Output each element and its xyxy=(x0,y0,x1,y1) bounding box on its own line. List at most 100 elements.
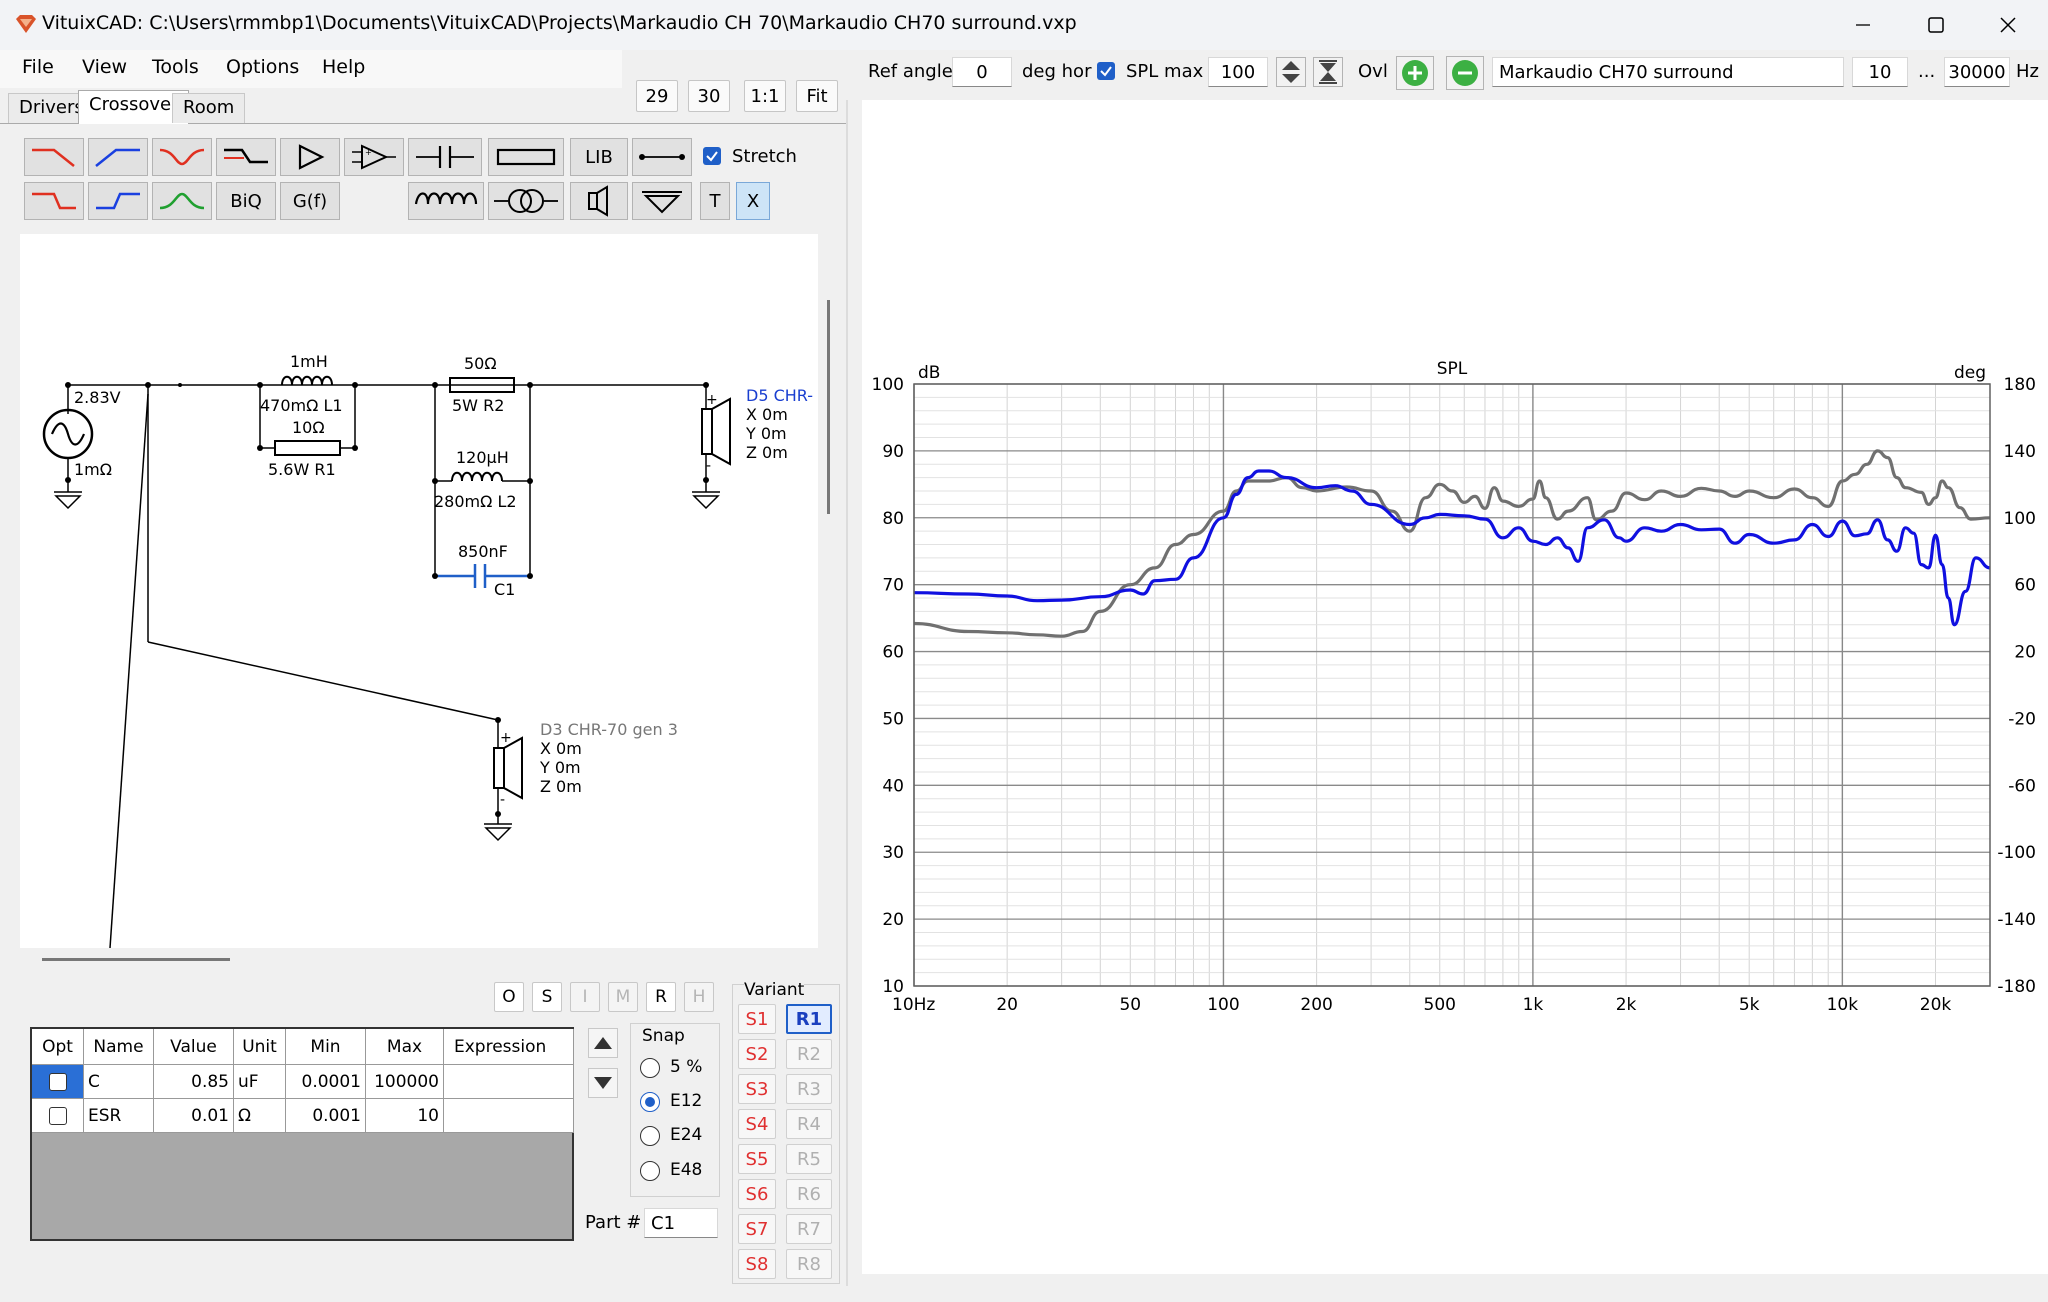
row1-opt-checkbox[interactable] xyxy=(48,1072,67,1091)
highpass-alt-button[interactable] xyxy=(88,182,148,220)
row1-value[interactable]: 0.85 xyxy=(154,1065,234,1099)
variant-s6-button[interactable]: S6 xyxy=(738,1179,776,1209)
variant-r8-button[interactable]: R8 xyxy=(786,1249,832,1279)
overlay-add-button[interactable] xyxy=(1396,56,1434,90)
variant-r5-button[interactable]: R5 xyxy=(786,1144,832,1174)
d5-driver-name[interactable]: D5 CHR- xyxy=(746,386,813,405)
flag-h-button[interactable]: H xyxy=(684,982,714,1012)
bandstop-button[interactable] xyxy=(152,138,212,176)
spl-spin-button[interactable] xyxy=(1276,57,1306,87)
row2-expression[interactable] xyxy=(444,1099,574,1133)
panel-splitter[interactable] xyxy=(846,100,848,1286)
row2-opt-cell[interactable] xyxy=(32,1099,84,1133)
bandpass-button[interactable] xyxy=(152,182,212,220)
lowpass-red-button[interactable] xyxy=(24,138,84,176)
delete-button[interactable]: X xyxy=(736,182,770,220)
opamp-button[interactable]: + xyxy=(344,138,404,176)
snap-e48-radio[interactable] xyxy=(640,1161,660,1181)
variant-s7-button[interactable]: S7 xyxy=(738,1214,776,1244)
zoom-29-button[interactable]: 29 xyxy=(636,80,678,112)
row1-min[interactable]: 0.0001 xyxy=(286,1065,366,1099)
wire-button[interactable] xyxy=(632,138,692,176)
move-up-button[interactable] xyxy=(588,1028,618,1058)
spl-max-checkbox[interactable] xyxy=(1097,62,1115,80)
menu-help[interactable]: Help xyxy=(322,56,365,78)
flag-s-button[interactable]: S xyxy=(532,982,562,1012)
transformer-button[interactable] xyxy=(488,182,564,220)
variant-s8-button[interactable]: S8 xyxy=(738,1249,776,1279)
buffer-button[interactable] xyxy=(280,138,340,176)
row2-opt-checkbox[interactable] xyxy=(48,1106,67,1125)
freq-max-input[interactable]: 30000 xyxy=(1944,57,2010,87)
variant-s5-button[interactable]: S5 xyxy=(738,1144,776,1174)
r2-label: 5W R2 xyxy=(452,396,505,415)
variant-s4-button[interactable]: S4 xyxy=(738,1109,776,1139)
driver-button[interactable] xyxy=(570,182,628,220)
zoom-fit-button[interactable]: Fit xyxy=(796,80,838,112)
capacitor-button[interactable] xyxy=(408,138,482,176)
maximize-button[interactable] xyxy=(1903,0,1969,50)
variant-r7-button[interactable]: R7 xyxy=(786,1214,832,1244)
row1-expression[interactable] xyxy=(444,1065,574,1099)
biquad-button[interactable]: BiQ xyxy=(216,182,276,220)
move-down-button[interactable] xyxy=(588,1068,618,1098)
overlay-remove-button[interactable] xyxy=(1446,56,1484,90)
part-number-input[interactable]: C1 xyxy=(644,1208,718,1238)
flag-m-button[interactable]: M xyxy=(608,982,638,1012)
spl-max-input[interactable]: 100 xyxy=(1208,57,1268,87)
spl-graph-panel[interactable]: 100 90 80 70 60 50 40 30 20 10 180 140 100 60 20 -20 -6… xyxy=(862,100,2048,1274)
variant-r3-button[interactable]: R3 xyxy=(786,1074,832,1104)
row2-max[interactable]: 10 xyxy=(366,1099,444,1133)
flag-i-button[interactable]: I xyxy=(570,982,600,1012)
resistor-button[interactable] xyxy=(488,138,564,176)
menu-options[interactable]: Options xyxy=(226,56,299,78)
variant-s2-button[interactable]: S2 xyxy=(738,1039,776,1069)
highpass-blue-button[interactable] xyxy=(88,138,148,176)
menu-view[interactable]: View xyxy=(82,56,127,78)
y-axis-label-right: deg xyxy=(1954,363,1986,383)
ref-angle-input[interactable]: 0 xyxy=(952,57,1012,87)
schematic-vscroll-thumb[interactable] xyxy=(827,300,830,514)
menu-file[interactable]: File xyxy=(22,56,54,78)
snap-e24-radio[interactable] xyxy=(640,1126,660,1146)
inductor-button[interactable] xyxy=(408,182,484,220)
flag-o-button[interactable]: O xyxy=(494,982,524,1012)
schematic-hscroll-thumb[interactable] xyxy=(42,958,230,961)
stretch-checkbox[interactable] xyxy=(703,147,721,165)
lowpass-alt-button[interactable] xyxy=(24,182,84,220)
freq-min-input[interactable]: 10 xyxy=(1852,57,1908,87)
row1-opt-cell[interactable] xyxy=(32,1065,84,1099)
library-button[interactable]: LIB xyxy=(570,138,628,176)
d5-y-label: Y 0m xyxy=(746,424,787,443)
snap-e48-label: E48 xyxy=(670,1160,703,1180)
shelf-button[interactable] xyxy=(216,138,276,176)
close-button[interactable] xyxy=(1975,0,2041,50)
variant-s1-button[interactable]: S1 xyxy=(738,1004,776,1034)
row2-value[interactable]: 0.01 xyxy=(154,1099,234,1133)
svg-text:+: + xyxy=(365,148,372,157)
tab-room[interactable]: Room xyxy=(172,93,246,123)
zoom-1-1-button[interactable]: 1:1 xyxy=(744,80,786,112)
menu-tools[interactable]: Tools xyxy=(152,56,199,78)
zoom-30-button[interactable]: 30 xyxy=(688,80,730,112)
snap-5pct-radio[interactable] xyxy=(640,1058,660,1078)
schematic-canvas[interactable]: + - + - 2.83V 1mΩ 1mH 470mΩ L1 10Ω 5.6W … xyxy=(20,234,818,948)
x-tick-label: 20 xyxy=(996,995,1018,1015)
spl-reset-button[interactable] xyxy=(1313,57,1343,87)
variant-r6-button[interactable]: R6 xyxy=(786,1179,832,1209)
variant-r2-button[interactable]: R2 xyxy=(786,1039,832,1069)
variant-r4-button[interactable]: R4 xyxy=(786,1109,832,1139)
part-number-label: Part # xyxy=(585,1212,642,1233)
variant-r1-button[interactable]: R1 xyxy=(786,1004,832,1034)
row2-min[interactable]: 0.001 xyxy=(286,1099,366,1133)
gf-button[interactable]: G(f) xyxy=(280,182,340,220)
flag-r-button[interactable]: R xyxy=(646,982,676,1012)
snap-e12-radio[interactable] xyxy=(640,1092,660,1112)
overlay-name-input[interactable]: Markaudio CH70 surround xyxy=(1492,57,1844,87)
row1-max[interactable]: 100000 xyxy=(366,1065,444,1099)
text-button[interactable]: T xyxy=(700,182,730,220)
variant-s3-button[interactable]: S3 xyxy=(738,1074,776,1104)
d3-driver-name[interactable]: D3 CHR-70 gen 3 xyxy=(540,720,678,739)
ground-button[interactable] xyxy=(632,182,692,220)
minimize-button[interactable] xyxy=(1830,0,1896,50)
